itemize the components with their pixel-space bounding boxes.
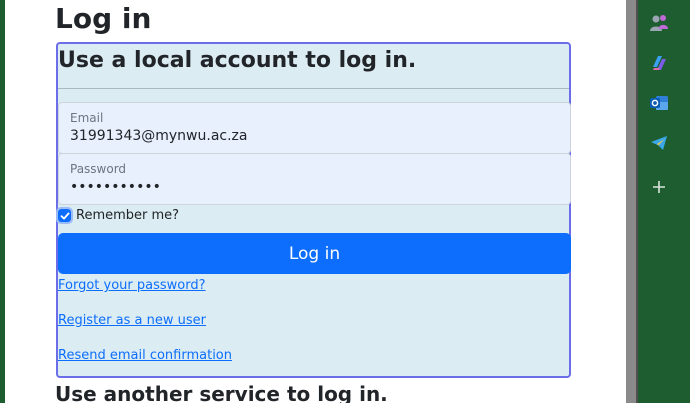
remember-me-label[interactable]: Remember me?	[76, 208, 179, 223]
email-field[interactable]: Email 31991343@mynwu.ac.za	[58, 102, 571, 154]
email-label: Email	[70, 111, 104, 125]
remember-me[interactable]: Remember me?	[56, 207, 179, 224]
divider	[58, 88, 569, 89]
resend-confirmation-link[interactable]: Resend email confirmation	[58, 348, 232, 363]
scrollbar[interactable]	[626, 0, 636, 403]
section-heading: Use a local account to log in.	[58, 48, 417, 73]
outlook-icon[interactable]	[649, 93, 669, 113]
password-label: Password	[70, 162, 127, 176]
login-button[interactable]: Log in	[58, 233, 571, 274]
password-field[interactable]: Password •••••••••••	[58, 153, 571, 205]
sidebar-divider	[636, 0, 638, 403]
remember-me-checkbox[interactable]	[56, 207, 73, 224]
browser-sidebar	[636, 0, 690, 403]
email-value[interactable]: 31991343@mynwu.ac.za	[70, 128, 247, 144]
register-link[interactable]: Register as a new user	[58, 313, 206, 328]
checkmark-icon	[60, 212, 69, 219]
other-service-heading: Use another service to log in.	[55, 382, 388, 403]
login-page: Log in Use a local account to log in. Em…	[5, 0, 626, 403]
local-account-form: Use a local account to log in. Email 319…	[56, 42, 571, 378]
people-icon[interactable]	[649, 13, 669, 33]
forgot-password-link[interactable]: Forgot your password?	[58, 278, 206, 293]
page-title: Log in	[55, 2, 152, 35]
password-value[interactable]: •••••••••••	[70, 179, 161, 195]
telegram-icon[interactable]	[649, 133, 669, 153]
add-icon[interactable]	[649, 177, 669, 197]
copilot-icon[interactable]	[649, 53, 669, 73]
